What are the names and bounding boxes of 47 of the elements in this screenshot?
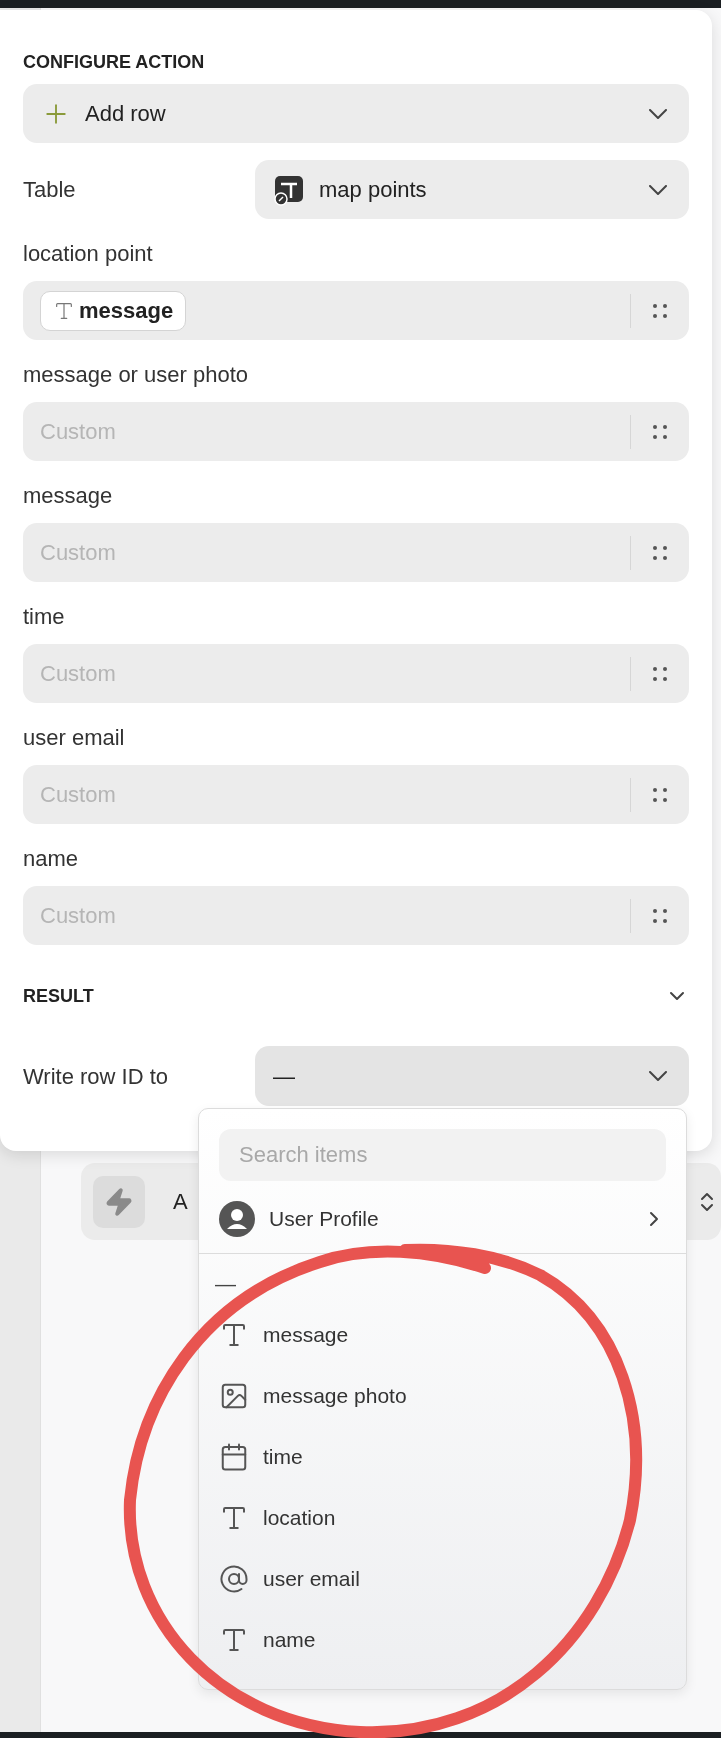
menu-item-label: message photo [263,1382,407,1409]
drag-handle-icon[interactable] [651,422,669,441]
field-label: time [23,603,66,631]
table-icon [273,173,305,206]
table-select[interactable]: map points [255,160,689,219]
menu-item[interactable]: message [199,1304,686,1365]
field-label: Write row ID to [23,1062,170,1091]
value-token[interactable]: message [40,290,187,331]
field-label: message [23,482,114,510]
section-title: RESULT [23,984,94,1008]
field-label: location point [23,240,154,268]
chevron-down-icon [649,1071,667,1081]
field-label: name [23,845,80,873]
token-label: message [79,297,174,325]
target-select[interactable]: — [255,1046,689,1106]
user-avatar-icon [219,1201,255,1237]
menu-item-label: message [263,1321,349,1348]
chevron-down-icon [649,184,667,195]
menu-item[interactable]: location [199,1487,686,1548]
menu-item-label: time [263,1443,303,1470]
menu-item[interactable]: message photo [199,1365,686,1426]
at-sign-icon [219,1563,249,1594]
chevron-down-icon [649,108,667,119]
menu-item[interactable]: — [199,1264,686,1304]
bolt-icon [104,1186,134,1217]
calendar-icon [219,1441,249,1472]
field-label: user email [23,724,126,752]
menu-item-label: name [263,1626,316,1653]
menu-item[interactable]: user email [199,1548,686,1609]
search-field[interactable]: Search items [219,1129,666,1181]
field-label: message or user photo [23,361,250,389]
card-label: A [173,1188,188,1216]
field-label: Table [23,176,77,204]
field-box[interactable]: message [23,281,689,340]
section-title: CONFIGURE ACTION [23,51,206,74]
menu-item[interactable]: time [199,1426,686,1487]
menu-item-label: user email [263,1565,360,1592]
menu-item-label: User Profile [269,1206,379,1233]
drag-handle-icon[interactable] [651,785,669,804]
menu-item[interactable]: name [199,1609,686,1670]
menu-item[interactable]: User Profile [199,1191,686,1247]
drag-handle-icon[interactable] [651,543,669,562]
action-select[interactable]: Add row [23,84,689,143]
drag-handle-icon[interactable] [651,664,669,683]
drag-handle-icon[interactable] [651,906,669,925]
menu-item-label: location [263,1504,336,1531]
drag-handle-icon[interactable] [651,301,669,320]
